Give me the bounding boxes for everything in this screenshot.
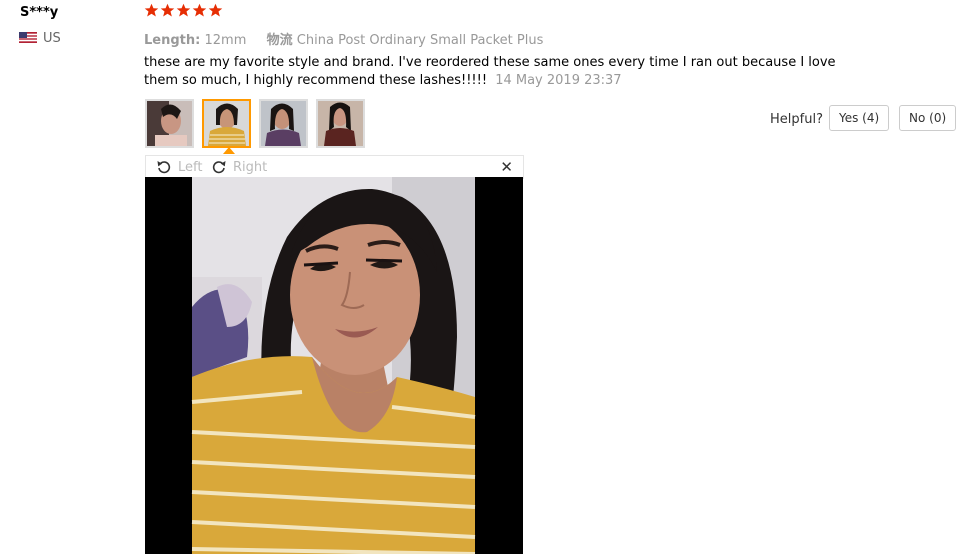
enlarged-review-photo <box>145 177 523 554</box>
star-icon <box>144 3 159 17</box>
photo-image <box>318 101 363 146</box>
photo-thumbnails <box>145 99 373 148</box>
photo-thumbnail-selected[interactable] <box>202 99 251 148</box>
photo-image <box>147 101 192 146</box>
photo-thumbnail[interactable] <box>145 99 194 148</box>
logistics-value: China Post Ordinary Small Packet Plus <box>296 33 544 48</box>
helpful-label: Helpful? <box>770 112 823 127</box>
rotate-right-button[interactable]: Right <box>211 159 267 175</box>
review-body: these are my favorite style and brand. I… <box>144 54 844 90</box>
length-label: Length: <box>144 33 201 48</box>
rotate-left-button[interactable]: Left <box>156 159 202 175</box>
photo-image <box>261 101 306 146</box>
photo-image <box>204 101 249 146</box>
helpful-no-button[interactable]: No (0) <box>899 105 957 131</box>
photo-thumbnail[interactable] <box>259 99 308 148</box>
photo-thumbnail[interactable] <box>316 99 365 148</box>
review-date: 14 May 2019 23:37 <box>495 73 622 88</box>
logistics-label: 物流 <box>266 33 293 48</box>
photo-viewer <box>145 177 523 554</box>
rotate-left-icon <box>157 161 171 174</box>
star-icon <box>176 3 191 17</box>
review-text: these are my favorite style and brand. I… <box>144 55 836 88</box>
length-value: 12mm <box>204 33 247 48</box>
star-icon <box>160 3 175 17</box>
selected-thumbnail-pointer <box>223 147 235 154</box>
reviewer-name: S***y <box>20 5 59 20</box>
close-viewer-button[interactable]: ✕ <box>500 158 513 176</box>
rotate-right-icon <box>212 161 226 174</box>
rotate-right-label: Right <box>233 159 268 175</box>
helpful-yes-button[interactable]: Yes (4) <box>829 105 890 131</box>
rating-stars <box>144 3 223 18</box>
us-flag-icon <box>19 32 37 43</box>
rotate-left-label: Left <box>178 159 203 175</box>
star-icon <box>208 3 223 17</box>
photo-viewer-toolbar: Left Right ✕ <box>145 155 524 179</box>
order-info: Length: 12mm 物流 China Post Ordinary Smal… <box>144 29 543 48</box>
star-icon <box>192 3 207 17</box>
reviewer-country: US <box>43 31 61 46</box>
